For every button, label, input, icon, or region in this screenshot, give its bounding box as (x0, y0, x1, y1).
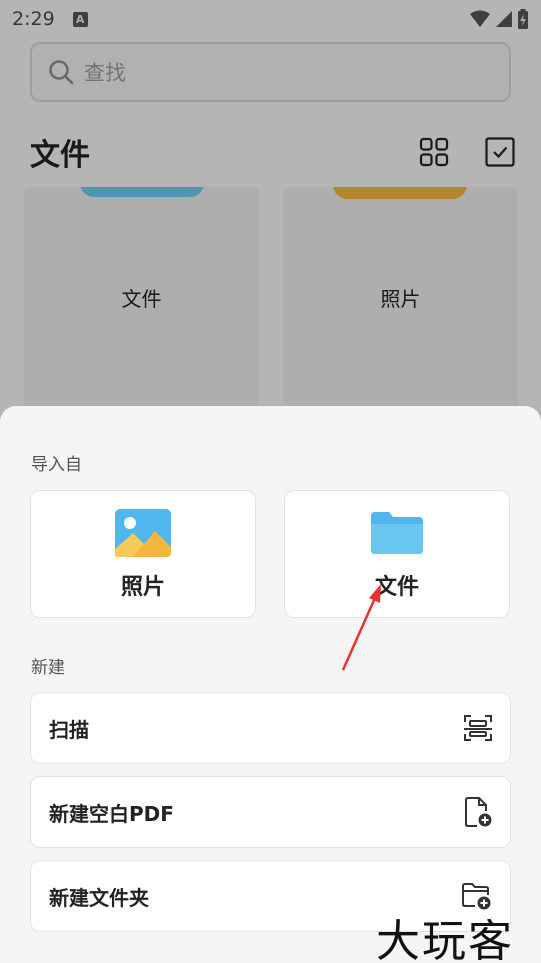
import-photo-button[interactable]: 照片 (30, 490, 256, 618)
photo-icon (115, 507, 171, 559)
import-file-button[interactable]: 文件 (284, 490, 510, 618)
new-section-label: 新建 (31, 658, 65, 678)
import-bottom-sheet: 导入自 照片 文件 新建 扫描 新建空白PDF 新建文件夹 (0, 406, 541, 963)
import-section-label: 导入自 (31, 455, 82, 475)
new-folder-label: 新建文件夹 (49, 885, 149, 910)
new-pdf-icon (464, 797, 492, 827)
folder-icon (371, 507, 423, 559)
scan-icon (464, 714, 492, 742)
import-file-label: 文件 (374, 575, 419, 600)
import-photo-label: 照片 (120, 575, 165, 600)
new-blank-pdf-button[interactable]: 新建空白PDF (30, 776, 511, 848)
watermark-logo: 大玩客 (376, 916, 514, 963)
scan-label: 扫描 (49, 717, 89, 742)
scan-button[interactable]: 扫描 (30, 692, 511, 764)
new-blank-pdf-label: 新建空白PDF (49, 801, 174, 826)
